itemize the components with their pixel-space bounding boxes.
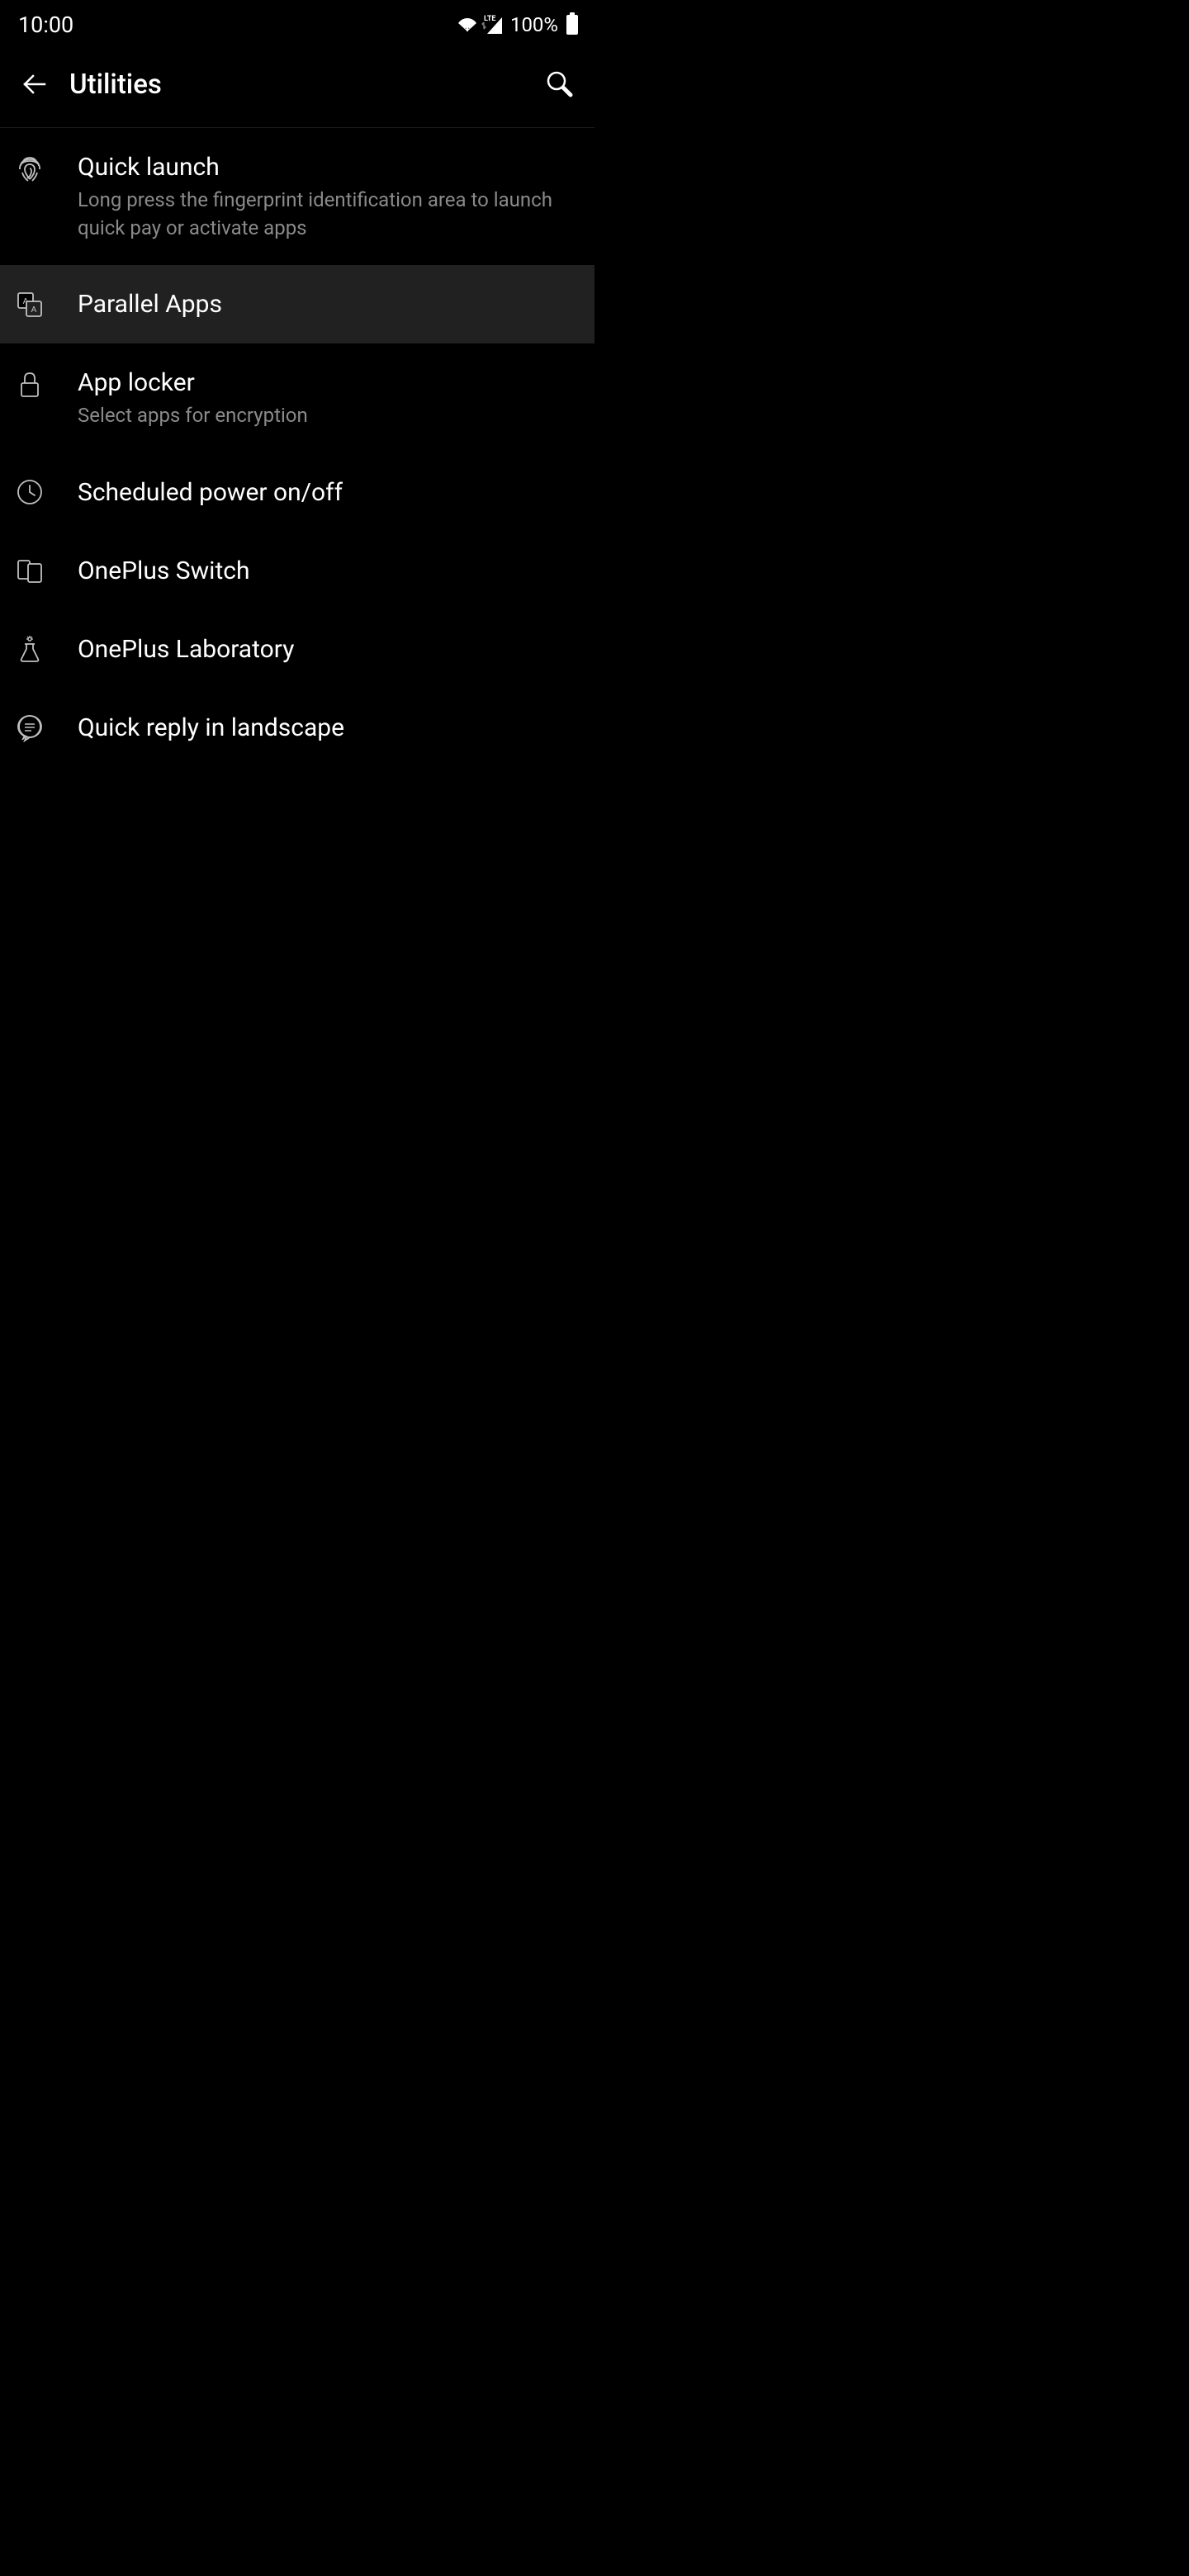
item-title: Quick launch [78,151,578,183]
status-time: 10:00 [18,12,73,38]
list-item-app-locker[interactable]: App locker Select apps for encryption [0,343,594,453]
lock-icon [15,370,45,400]
cellular-icon: LTE [481,16,502,34]
list-item-scheduled-power[interactable]: Scheduled power on/off [0,453,594,532]
item-content: App locker Select apps for encryption [78,367,578,430]
battery-percent: 100% [510,13,558,36]
item-content: OnePlus Switch [78,555,578,587]
page-title: Utilities [69,69,542,101]
status-icons: LTE [457,15,502,35]
item-title: OnePlus Laboratory [78,633,578,665]
battery-icon [566,15,578,35]
item-content: Quick launch Long press the fingerprint … [78,151,578,242]
arrow-left-icon [20,69,50,99]
item-subtitle: Select apps for encryption [78,402,578,430]
svg-text:A: A [31,305,37,315]
app-bar: Utilities [0,41,594,128]
list-item-quick-launch[interactable]: Quick launch Long press the fingerprint … [0,128,594,265]
list-item-oneplus-switch[interactable]: OnePlus Switch [0,532,594,610]
item-title: Scheduled power on/off [78,476,578,509]
device-switch-icon [15,556,45,585]
item-content: OnePlus Laboratory [78,633,578,665]
item-title: Parallel Apps [78,288,578,320]
back-button[interactable] [17,66,53,102]
search-button[interactable] [542,66,578,102]
list-item-parallel-apps[interactable]: A A Parallel Apps [0,265,594,343]
flask-icon [15,634,45,664]
item-title: OnePlus Switch [78,555,578,587]
clock-icon [15,477,45,507]
item-content: Scheduled power on/off [78,476,578,509]
status-right: LTE 100% [457,13,578,36]
settings-list: Quick launch Long press the fingerprint … [0,128,594,767]
item-title: App locker [78,367,578,399]
wifi-icon [457,15,477,35]
item-content: Quick reply in landscape [78,712,578,744]
parallel-apps-icon: A A [15,290,45,320]
item-title: Quick reply in landscape [78,712,578,744]
item-content: Parallel Apps [78,288,578,320]
chat-bubble-icon [15,713,45,742]
status-bar: 10:00 LTE 100% [0,0,594,41]
list-item-quick-reply[interactable]: Quick reply in landscape [0,689,594,767]
search-icon [544,69,576,100]
list-item-oneplus-laboratory[interactable]: OnePlus Laboratory [0,610,594,689]
item-subtitle: Long press the fingerprint identificatio… [78,187,578,242]
fingerprint-icon [15,154,45,184]
